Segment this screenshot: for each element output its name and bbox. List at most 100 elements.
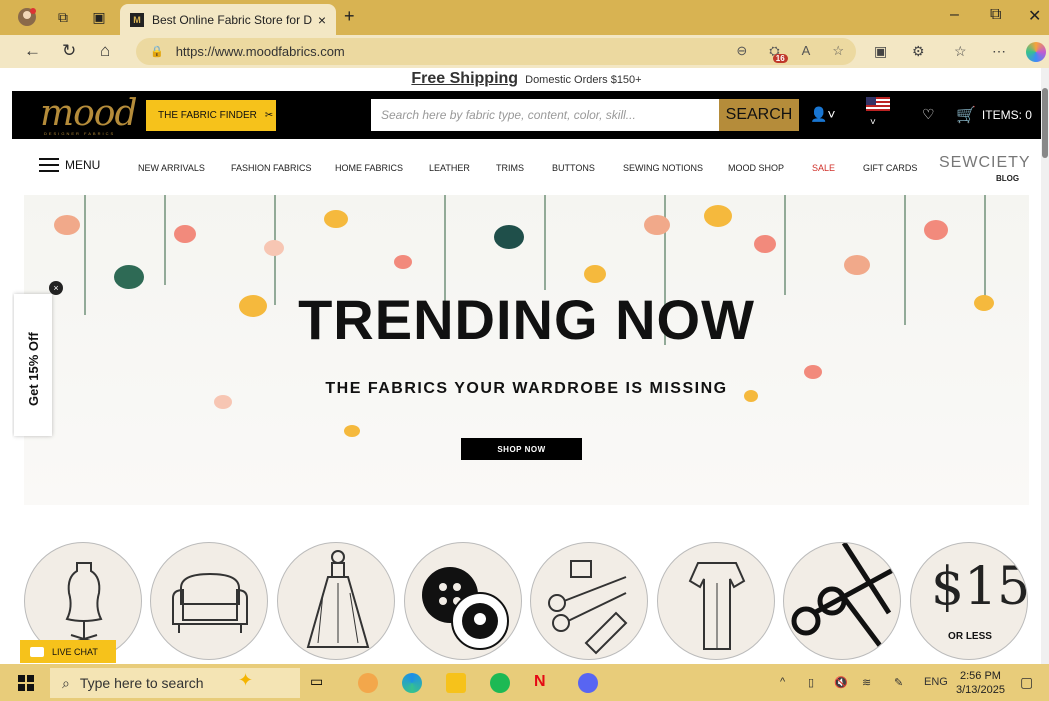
hero-banner[interactable]: TRENDING NOW THE FABRICS YOUR WARDROBE I… (24, 195, 1029, 505)
taskbar-clock[interactable]: 2:56 PM 3/13/2025 (956, 669, 1005, 697)
close-window-button[interactable]: ✕ (1028, 6, 1041, 26)
category-notions-circle[interactable] (530, 542, 648, 660)
taskbar-search-input[interactable]: ⌕ Type here to search (50, 668, 300, 698)
url-text: https://www.moodfabrics.com (175, 44, 345, 59)
flower-decoration (114, 265, 144, 289)
shipping-title[interactable]: Free Shipping (411, 70, 518, 87)
menu-button[interactable]: MENU (39, 158, 100, 172)
scrollbar-thumb[interactable] (1042, 88, 1048, 158)
task-view-icon[interactable]: ▭ (310, 673, 330, 693)
extension-t-icon[interactable]: ▣ (874, 43, 887, 60)
nav-fashion-fabrics[interactable]: FASHION FABRICS (231, 163, 312, 173)
notifications-icon[interactable]: ▢ (1020, 674, 1033, 691)
profile-avatar-icon[interactable] (16, 6, 38, 28)
wishlist-heart-icon[interactable]: ♡ (922, 106, 935, 123)
cart-button[interactable]: 🛒 ITEMS: 0 (956, 105, 1032, 125)
garment-dress-icon (688, 562, 746, 650)
category-trims-circle[interactable] (277, 542, 395, 660)
shop-now-button[interactable]: SHOP NOW (461, 438, 582, 460)
category-home-circle[interactable] (150, 542, 268, 660)
back-arrow-icon[interactable]: ← (24, 41, 41, 61)
browser-tab-active[interactable]: M Best Online Fabric Store for Desig × (120, 4, 336, 35)
sewciety-logo[interactable]: SEWCIETY (939, 154, 1031, 172)
shipping-banner[interactable]: Free Shipping Domestic Orders $150+ (12, 70, 1041, 88)
us-flag-icon[interactable] (866, 97, 890, 114)
network-icon[interactable]: ≋ (862, 676, 871, 689)
nav-mood-shop[interactable]: MOOD SHOP (728, 163, 784, 173)
flower-decoration (844, 255, 870, 275)
clock-date: 3/13/2025 (956, 684, 1005, 696)
favorite-star-icon[interactable]: ☆ (832, 43, 844, 59)
flower-decoration (264, 240, 284, 256)
netflix-icon[interactable]: N (534, 673, 554, 693)
page-scrollbar[interactable] (1041, 68, 1049, 664)
armchair-icon (172, 572, 248, 633)
nav-trims[interactable]: TRIMS (496, 163, 524, 173)
site-info-icon[interactable]: 🔒 (150, 45, 164, 58)
fabric-finder-label: THE FABRIC FINDER (158, 110, 257, 121)
site-search-input[interactable]: Search here by fabric type, content, col… (371, 99, 719, 131)
address-bar[interactable]: 🔒 https://www.moodfabrics.com ⊖ ⛭ 16 A ☆ (136, 38, 856, 65)
more-options-icon[interactable]: ⋯ (992, 43, 1006, 60)
extensions-icon[interactable]: ⚙ (912, 43, 925, 60)
offer-close-icon[interactable]: × (49, 281, 63, 295)
nav-new-arrivals[interactable]: NEW ARRIVALS (138, 163, 205, 173)
tab-favicon-icon: M (130, 12, 144, 27)
pen-icon[interactable]: ✎ (894, 676, 903, 689)
live-chat-button[interactable]: LIVE CHAT (20, 640, 116, 663)
home-icon[interactable]: ⌂ (100, 41, 110, 61)
category-mood-shop-circle[interactable] (657, 542, 775, 660)
file-explorer-icon[interactable] (446, 673, 466, 693)
battery-icon[interactable]: ▯ (808, 676, 814, 689)
app-avatar-icon[interactable] (358, 673, 378, 693)
nav-gift-cards[interactable]: GIFT CARDS (863, 163, 917, 173)
discount-offer-tab[interactable]: Get 15% Off (14, 294, 52, 436)
category-buttons-circle[interactable] (404, 542, 522, 660)
taskbar-search-placeholder: Type here to search (79, 675, 204, 691)
discord-icon[interactable] (578, 673, 598, 693)
logo-subtitle: DESIGNER FABRICS (44, 131, 116, 136)
main-navigation: MENU NEW ARRIVALS FASHION FABRICS HOME F… (12, 139, 1041, 194)
zoom-icon[interactable]: ⊖ (736, 43, 747, 59)
new-tab-button[interactable]: + (344, 6, 355, 27)
spotify-icon[interactable] (490, 673, 510, 693)
edge-browser-icon[interactable] (402, 673, 422, 693)
tab-close-icon[interactable]: × (318, 12, 326, 28)
category-under-15-circle[interactable]: $15 OR LESS (910, 542, 1028, 660)
workspaces-icon[interactable]: ⧉ (52, 6, 74, 28)
favorites-icon[interactable]: ☆ (954, 43, 967, 60)
scissors-category-icon (791, 543, 900, 653)
windows-start-icon[interactable] (18, 675, 34, 691)
nav-buttons[interactable]: BUTTONS (552, 163, 595, 173)
hero-subtitle: THE FABRICS YOUR WARDROBE IS MISSING (325, 380, 728, 397)
category-sale-circle[interactable] (783, 542, 901, 660)
account-icon[interactable]: 👤˅ (810, 106, 836, 123)
nav-home-fabrics[interactable]: HOME FABRICS (335, 163, 403, 173)
restore-button[interactable]: ⧉ (990, 6, 1001, 24)
nav-sewing-notions[interactable]: SEWING NOTIONS (623, 163, 703, 173)
minimize-button[interactable]: – (950, 6, 959, 24)
refresh-icon[interactable]: ↻ (62, 41, 76, 61)
volume-mute-icon[interactable]: 🔇 (834, 676, 848, 689)
nav-sale[interactable]: SALE (812, 163, 835, 173)
tracker-icon[interactable]: ⛭ 16 (769, 43, 788, 63)
search-button[interactable]: SEARCH (719, 99, 799, 131)
sewing-notions-icon (548, 560, 628, 655)
flower-decoration (494, 225, 524, 249)
nav-leather[interactable]: LEATHER (429, 163, 470, 173)
copilot-icon[interactable] (1026, 42, 1046, 62)
mood-logo[interactable]: mood (40, 93, 138, 134)
language-indicator[interactable]: ENG (924, 676, 948, 688)
tray-chevron-up-icon[interactable]: ^ (780, 676, 785, 688)
copilot-sparkle-icon[interactable]: ✦ (238, 670, 258, 690)
country-chevron-down-icon[interactable]: ˅ (870, 117, 876, 128)
flower-decoration (754, 235, 776, 253)
tab-actions-icon[interactable]: ▣ (88, 6, 110, 28)
chat-bubble-icon (30, 646, 44, 657)
flower-decoration (644, 215, 670, 235)
read-aloud-icon[interactable]: A (802, 43, 811, 59)
windows-taskbar: ⌕ Type here to search ✦ ▭ N ^ ▯ 🔇 ≋ ✎ EN… (0, 664, 1049, 701)
cart-icon: 🛒 (956, 107, 976, 124)
sewciety-blog-label: BLOG (996, 174, 1020, 183)
fabric-finder-button[interactable]: THE FABRIC FINDER ✂ (146, 100, 276, 131)
